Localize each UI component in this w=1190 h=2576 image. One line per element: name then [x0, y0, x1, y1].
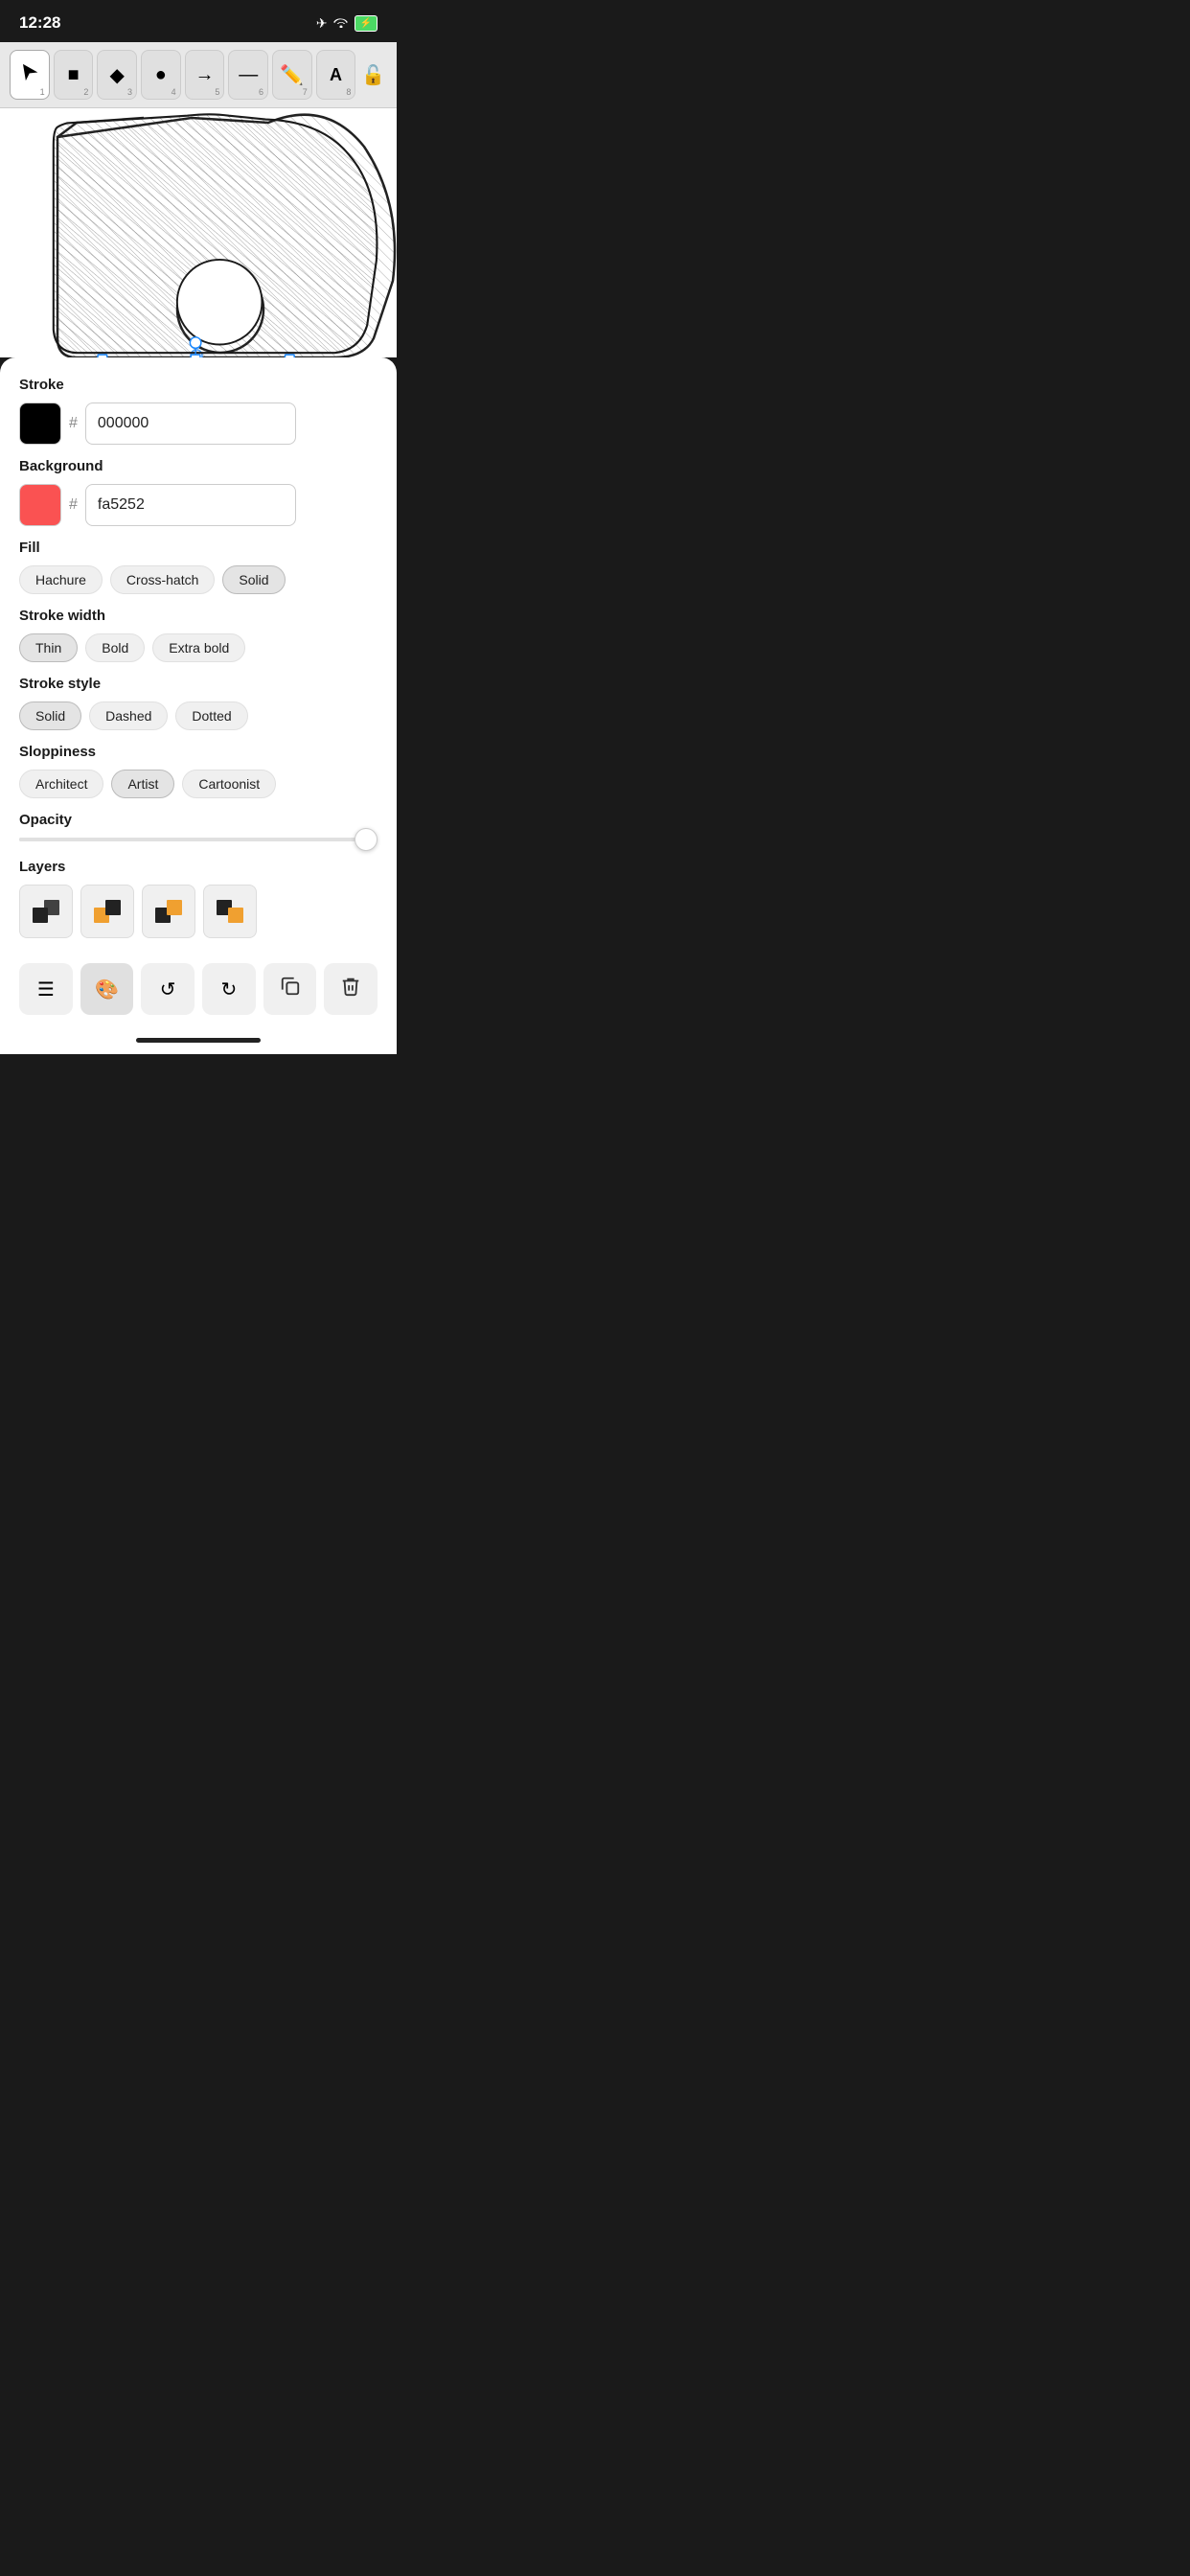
tool-num-5: 5 — [215, 87, 219, 97]
layer-icon-1 — [29, 894, 63, 929]
layer-icon-3 — [151, 894, 186, 929]
text-icon: A — [330, 65, 342, 85]
stroke-color-swatch[interactable] — [19, 402, 61, 445]
tool-num-2: 2 — [83, 87, 88, 97]
opacity-slider-fill — [19, 838, 359, 841]
stroke-hex-input[interactable] — [85, 402, 296, 445]
opacity-slider-track[interactable] — [19, 838, 378, 841]
menu-button[interactable]: ☰ — [19, 963, 73, 1015]
tool-text[interactable]: A 8 — [316, 50, 356, 100]
tool-select[interactable]: 1 — [10, 50, 50, 100]
tool-pencil[interactable]: ✏️ 7 — [272, 50, 312, 100]
tool-lock[interactable]: 🔓 — [359, 50, 387, 100]
fill-label: Fill — [19, 540, 378, 556]
opacity-slider-container — [19, 838, 378, 841]
rectangle-icon: ■ — [67, 64, 79, 86]
action-bar: ☰ 🎨 ↺ ↻ — [19, 954, 378, 1030]
background-hex-symbol: # — [69, 496, 78, 514]
layer-thumb-4[interactable] — [203, 885, 257, 938]
fill-chip-solid[interactable]: Solid — [222, 565, 285, 594]
canvas-drawing: Floppy — [0, 108, 397, 357]
fill-chip-crosshatch[interactable]: Cross-hatch — [110, 565, 215, 594]
pencil-icon: ✏️ — [280, 63, 304, 87]
layer-thumb-2[interactable] — [80, 885, 134, 938]
stroke-width-chip-bold[interactable]: Bold — [85, 633, 145, 662]
status-icons: ✈ ⚡ — [316, 15, 378, 32]
tool-diamond[interactable]: ◆ 3 — [97, 50, 137, 100]
layer-thumb-3[interactable] — [142, 885, 195, 938]
opacity-slider-thumb[interactable] — [355, 828, 378, 851]
battery-icon: ⚡ — [355, 15, 378, 32]
palette-button[interactable]: 🎨 — [80, 963, 134, 1015]
sloppiness-chip-cartoonist[interactable]: Cartoonist — [182, 770, 276, 798]
redo-icon: ↻ — [220, 978, 237, 1001]
tool-num-7: 7 — [303, 87, 308, 97]
palette-icon: 🎨 — [95, 978, 119, 1001]
stroke-label: Stroke — [19, 377, 378, 393]
copy-icon — [280, 976, 301, 1002]
tool-num-4: 4 — [172, 87, 176, 97]
line-icon: — — [239, 64, 258, 86]
opacity-label: Opacity — [19, 812, 378, 828]
stroke-style-chip-dotted[interactable]: Dotted — [175, 702, 247, 730]
tool-ellipse[interactable]: ● 4 — [141, 50, 181, 100]
tool-num-3: 3 — [127, 87, 132, 97]
tool-num-6: 6 — [259, 87, 263, 97]
sloppiness-chip-architect[interactable]: Architect — [19, 770, 103, 798]
fill-chip-hachure[interactable]: Hachure — [19, 565, 103, 594]
layers-row — [19, 885, 378, 938]
toolbar: 1 ■ 2 ◆ 3 ● 4 → 5 — 6 ✏️ 7 A 8 🔓 — [0, 42, 397, 108]
tool-rectangle[interactable]: ■ 2 — [54, 50, 94, 100]
select-icon — [21, 63, 38, 86]
bottom-panel: Stroke # Background # Fill Hachure Cross… — [0, 357, 397, 1030]
stroke-style-chip-group: Solid Dashed Dotted — [19, 702, 378, 730]
background-color-row: # — [19, 484, 378, 526]
status-bar: 12:28 ✈ ⚡ — [0, 0, 397, 42]
tool-line[interactable]: — 6 — [228, 50, 268, 100]
diamond-icon: ◆ — [109, 63, 124, 87]
lock-icon: 🔓 — [361, 63, 385, 87]
stroke-width-label: Stroke width — [19, 608, 378, 624]
layer-icon-2 — [90, 894, 125, 929]
stroke-style-chip-solid[interactable]: Solid — [19, 702, 81, 730]
sloppiness-label: Sloppiness — [19, 744, 378, 760]
background-hex-input[interactable] — [85, 484, 296, 526]
stroke-color-row: # — [19, 402, 378, 445]
home-bar — [136, 1038, 261, 1043]
tool-num-1: 1 — [40, 87, 45, 97]
undo-button[interactable]: ↺ — [141, 963, 195, 1015]
sloppiness-chip-group: Architect Artist Cartoonist — [19, 770, 378, 798]
undo-icon: ↺ — [160, 978, 176, 1001]
background-label: Background — [19, 458, 378, 474]
delete-button[interactable] — [324, 963, 378, 1015]
tool-num-8: 8 — [346, 87, 351, 97]
layers-label: Layers — [19, 859, 378, 875]
layer-thumb-1[interactable] — [19, 885, 73, 938]
status-time: 12:28 — [19, 13, 60, 33]
stroke-width-chip-group: Thin Bold Extra bold — [19, 633, 378, 662]
redo-button[interactable]: ↻ — [202, 963, 256, 1015]
copy-button[interactable] — [263, 963, 317, 1015]
delete-icon — [340, 976, 361, 1002]
stroke-width-chip-extrabold[interactable]: Extra bold — [152, 633, 245, 662]
stroke-hex-symbol: # — [69, 415, 78, 432]
stroke-width-chip-thin[interactable]: Thin — [19, 633, 78, 662]
airplane-icon: ✈ — [316, 15, 328, 32]
sloppiness-chip-artist[interactable]: Artist — [111, 770, 174, 798]
fill-chip-group: Hachure Cross-hatch Solid — [19, 565, 378, 594]
arrow-icon: → — [195, 64, 215, 86]
tool-arrow[interactable]: → 5 — [185, 50, 225, 100]
background-color-swatch[interactable] — [19, 484, 61, 526]
menu-icon: ☰ — [37, 978, 55, 1001]
stroke-style-label: Stroke style — [19, 676, 378, 692]
home-indicator — [0, 1030, 397, 1054]
wifi-icon — [333, 15, 349, 31]
ellipse-icon: ● — [155, 64, 167, 86]
stroke-style-chip-dashed[interactable]: Dashed — [89, 702, 168, 730]
canvas-area[interactable]: Floppy Floppy — [0, 108, 397, 357]
layer-icon-4 — [213, 894, 247, 929]
